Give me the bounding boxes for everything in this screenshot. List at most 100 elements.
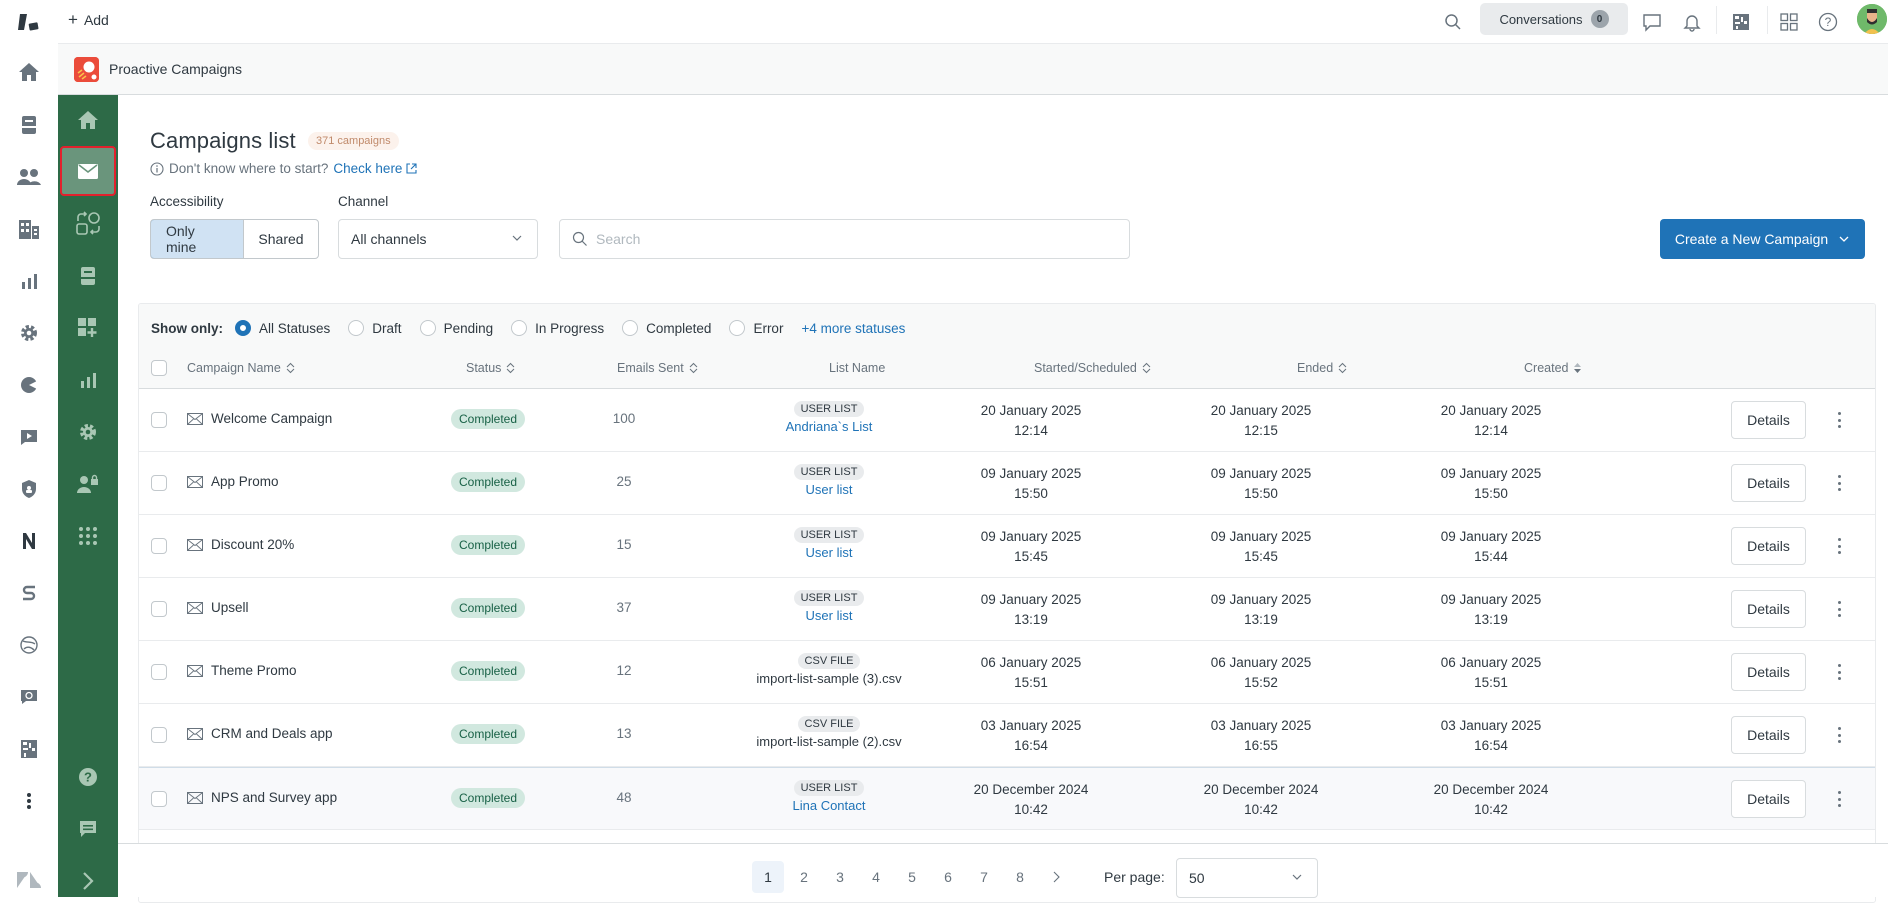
row-checkbox[interactable]: [151, 601, 167, 617]
s-app-icon[interactable]: [15, 579, 43, 607]
page-8[interactable]: 8: [1004, 861, 1036, 893]
details-button[interactable]: Details: [1731, 716, 1806, 754]
apps-icon[interactable]: [58, 511, 118, 561]
page-2[interactable]: 2: [788, 861, 820, 893]
mail-icon[interactable]: [60, 146, 116, 196]
table-row[interactable]: App Promo Completed 25 USER LIST User list 09…: [139, 452, 1875, 515]
qr-app-icon[interactable]: [15, 735, 43, 763]
search-icon[interactable]: [1441, 10, 1465, 34]
more-options-icon[interactable]: [1832, 788, 1846, 810]
chat-sync-icon[interactable]: [15, 683, 43, 711]
shield-app-icon[interactable]: [15, 475, 43, 503]
radio[interactable]: [622, 320, 639, 336]
radio[interactable]: [348, 320, 365, 336]
bell-icon[interactable]: [1680, 10, 1704, 34]
select-all-checkbox[interactable]: [151, 360, 167, 376]
row-checkbox[interactable]: [151, 791, 167, 807]
reports-icon[interactable]: [58, 355, 118, 405]
status-radio-error[interactable]: Error: [729, 320, 783, 336]
column-header-ended[interactable]: Ended: [1297, 361, 1347, 375]
channel-select[interactable]: All channels: [338, 219, 538, 259]
page-5[interactable]: 5: [896, 861, 928, 893]
details-button[interactable]: Details: [1731, 780, 1806, 818]
inbox-icon[interactable]: [15, 111, 43, 139]
page-1[interactable]: 1: [752, 861, 784, 893]
more-options-icon[interactable]: [1832, 535, 1846, 557]
row-checkbox[interactable]: [151, 727, 167, 743]
add-button[interactable]: + Add: [68, 11, 109, 28]
campaign-name[interactable]: CRM and Deals app: [187, 726, 333, 741]
reports-icon[interactable]: [15, 267, 43, 295]
organizations-icon[interactable]: [15, 215, 43, 243]
create-campaign-button[interactable]: Create a New Campaign: [1660, 219, 1865, 259]
campaign-name[interactable]: Theme Promo: [187, 663, 297, 678]
zendesk-logo-icon[interactable]: [15, 8, 43, 36]
column-header-status[interactable]: Status: [466, 361, 515, 375]
list-name[interactable]: Lina Contact: [729, 798, 929, 813]
status-radio-draft[interactable]: Draft: [348, 320, 402, 336]
home-icon[interactable]: [15, 58, 43, 86]
radio[interactable]: [419, 320, 436, 336]
column-header-created[interactable]: Created: [1524, 361, 1582, 375]
add-widget-icon[interactable]: [58, 303, 118, 353]
search-field[interactable]: [559, 219, 1130, 259]
status-radio-pending[interactable]: Pending: [419, 320, 493, 336]
column-header-campaign-name[interactable]: Campaign Name: [187, 361, 295, 375]
table-row[interactable]: Upsell Completed 37 USER LIST User list 09 Ja…: [139, 578, 1875, 641]
settings-icon[interactable]: [58, 407, 118, 457]
check-here-link[interactable]: Check here: [333, 161, 417, 176]
radio[interactable]: [729, 320, 746, 336]
inbox-icon[interactable]: [58, 251, 118, 301]
row-checkbox[interactable]: [151, 475, 167, 491]
campaign-name[interactable]: Discount 20%: [187, 537, 294, 552]
search-input[interactable]: [596, 231, 1096, 247]
home-icon[interactable]: [58, 95, 118, 145]
table-row[interactable]: Welcome Campaign Completed 100 USER LIST And…: [139, 389, 1875, 452]
help-icon[interactable]: ?: [58, 752, 118, 802]
page-6[interactable]: 6: [932, 861, 964, 893]
only-mine-button[interactable]: Only mine: [151, 220, 244, 258]
campaign-name[interactable]: NPS and Survey app: [187, 790, 337, 805]
more-options-icon[interactable]: [1832, 409, 1846, 431]
list-name[interactable]: User list: [729, 482, 929, 497]
column-header-started[interactable]: Started/Scheduled: [1034, 361, 1151, 375]
campaign-name[interactable]: Welcome Campaign: [187, 411, 332, 426]
status-radio-in-progress[interactable]: In Progress: [511, 320, 604, 336]
row-checkbox[interactable]: [151, 412, 167, 428]
user-lock-icon[interactable]: [58, 459, 118, 509]
status-radio-completed[interactable]: Completed: [622, 320, 711, 336]
radio[interactable]: [511, 320, 528, 336]
row-checkbox[interactable]: [151, 538, 167, 554]
list-name[interactable]: User list: [729, 545, 929, 560]
campaign-name[interactable]: App Promo: [187, 474, 279, 489]
table-row[interactable]: Theme Promo Completed 12 CSV FILE import-lis…: [139, 641, 1875, 704]
more-options-icon[interactable]: [1832, 598, 1846, 620]
more-options-icon[interactable]: [1832, 724, 1846, 746]
list-name[interactable]: Andriana`s List: [729, 419, 929, 434]
details-button[interactable]: Details: [1731, 527, 1806, 565]
details-button[interactable]: Details: [1731, 653, 1806, 691]
qr-app-icon[interactable]: [1729, 10, 1753, 34]
campaign-name[interactable]: Upsell: [187, 600, 249, 615]
page-4[interactable]: 4: [860, 861, 892, 893]
column-header-emails-sent[interactable]: Emails Sent: [617, 361, 698, 375]
shared-button[interactable]: Shared: [243, 220, 318, 258]
table-row[interactable]: CRM and Deals app Completed 13 CSV FILE impo…: [139, 704, 1875, 767]
more-statuses-link[interactable]: +4 more statuses: [801, 321, 905, 336]
help-icon[interactable]: ?: [1816, 10, 1840, 34]
per-page-select[interactable]: 50: [1176, 858, 1318, 898]
chat-icon[interactable]: [1640, 10, 1664, 34]
conversations-button[interactable]: Conversations 0: [1480, 3, 1628, 35]
apps-grid-icon[interactable]: [1777, 10, 1801, 34]
n-app-icon[interactable]: [15, 527, 43, 555]
avatar[interactable]: [1857, 4, 1887, 34]
video-app-icon[interactable]: [15, 423, 43, 451]
more-options-icon[interactable]: [1832, 472, 1846, 494]
details-button[interactable]: Details: [1731, 464, 1806, 502]
status-radio-all[interactable]: All Statuses: [235, 320, 330, 336]
flows-icon[interactable]: [58, 199, 118, 249]
pie-app-icon[interactable]: [15, 371, 43, 399]
users-icon[interactable]: [15, 163, 43, 191]
globe-app-icon[interactable]: [15, 631, 43, 659]
settings-icon[interactable]: [15, 319, 43, 347]
